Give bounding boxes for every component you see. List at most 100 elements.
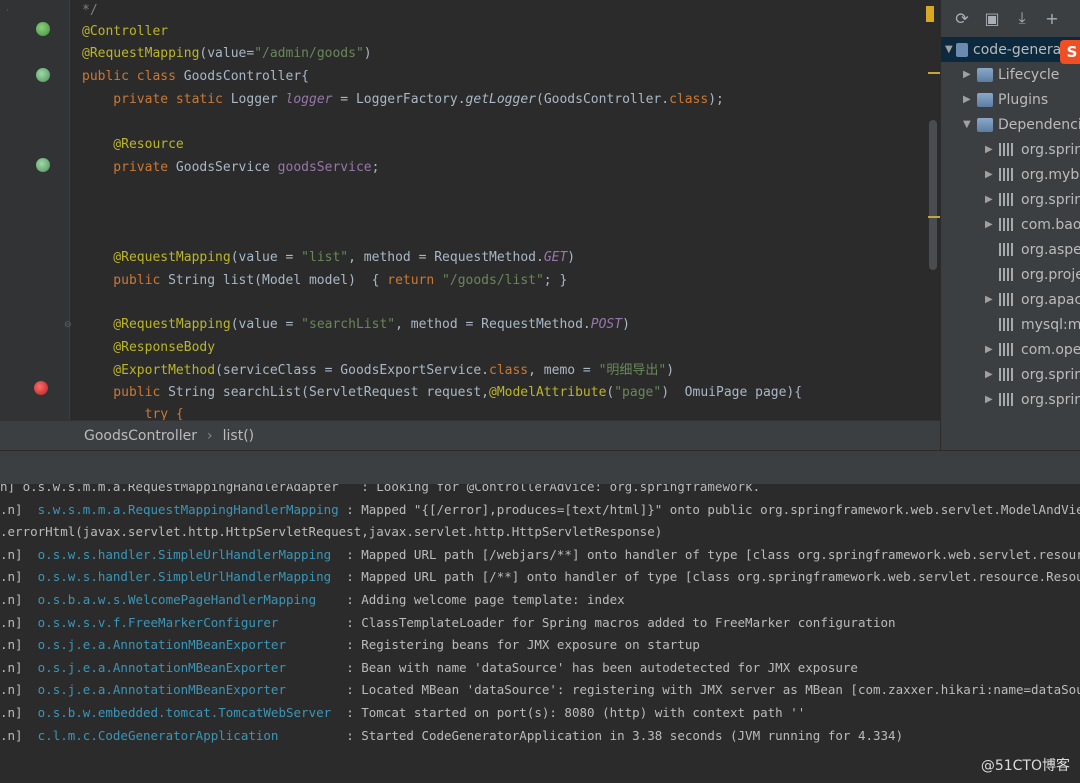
expand-arrow-icon[interactable]: ▶: [985, 169, 999, 180]
code-token: "/admin/goods": [254, 46, 364, 61]
run-console[interactable]: n] o.s.w.s.m.m.a.RequestMappingHandlerAd…: [0, 484, 1080, 783]
breakpoint-icon[interactable]: [34, 381, 48, 395]
tree-item[interactable]: ▶ Plugins: [963, 87, 1048, 112]
console-line: .n] o.s.b.a.w.s.WelcomePageHandlerMappin…: [0, 589, 625, 611]
log-logger[interactable]: o.s.w.s.handler.SimpleUrlHandlerMapping: [38, 569, 332, 584]
autowire-icon[interactable]: [36, 158, 50, 172]
download-icon[interactable]: ⤓: [1011, 7, 1033, 29]
tree-item-label: Plugins: [998, 91, 1049, 108]
tree-item-label: org.springframework: [1021, 391, 1080, 408]
tree-item[interactable]: org.projectlombok: [985, 262, 1080, 287]
code-token: class: [489, 363, 529, 378]
console-line: .n] s.w.s.m.m.a.RequestMappingHandlerMap…: [0, 499, 1080, 521]
tree-item[interactable]: ▶ org.mybatis: [985, 162, 1080, 187]
code-editor[interactable]: · ⊖ */ @Controller @RequestMapping(value="…: [0, 0, 940, 450]
code-line[interactable]: @RequestMapping(value = "searchList", me…: [82, 316, 630, 334]
sogou-input-icon[interactable]: S: [1060, 40, 1080, 64]
collapse-arrow-icon[interactable]: ▼: [945, 44, 956, 55]
code-line[interactable]: @RequestMapping(value = "list", method =…: [82, 249, 575, 267]
warning-marker[interactable]: [928, 216, 940, 218]
tree-item[interactable]: ▼ Dependencies: [963, 112, 1080, 137]
tree-item[interactable]: ▶ org.springframework: [985, 187, 1080, 212]
log-logger[interactable]: o.s.j.e.a.AnnotationMBeanExporter: [38, 660, 286, 675]
log-logger[interactable]: o.s.j.e.a.AnnotationMBeanExporter: [38, 637, 286, 652]
editor-gutter[interactable]: · ⊖: [0, 0, 72, 420]
library-icon: [999, 318, 1015, 331]
code-line[interactable]: public String searchList(ServletRequest …: [82, 384, 802, 402]
code-line[interactable]: public String list(Model model) { return…: [82, 272, 567, 290]
code-token: ): [666, 363, 675, 378]
code-token: (value =: [230, 317, 302, 332]
code-token: goodsService: [277, 160, 372, 175]
tree-item[interactable]: ▶ com.opencsv: [985, 337, 1080, 362]
reimport-icon[interactable]: ⟳: [951, 7, 973, 29]
code-token: GoodsController{: [183, 69, 309, 84]
tree-item[interactable]: ▶ org.springframework: [985, 387, 1080, 412]
code-area[interactable]: */ @Controller @RequestMapping(value="/adm…: [82, 0, 928, 422]
code-line[interactable]: @Resource: [82, 136, 183, 154]
inspection-status-icon[interactable]: [926, 6, 934, 22]
code-line[interactable]: @ResponseBody: [82, 339, 215, 357]
folder-icon: [977, 117, 993, 132]
expand-arrow-icon[interactable]: ▶: [963, 94, 977, 105]
code-token: (GoodsController.: [536, 92, 670, 107]
library-icon: [999, 168, 1015, 181]
tree-item[interactable]: ▶ org.springframework: [985, 137, 1080, 162]
expand-arrow-icon[interactable]: ▶: [985, 294, 999, 305]
tree-item[interactable]: ▶ org.springframework: [985, 362, 1080, 387]
expand-arrow-icon[interactable]: ▶: [963, 69, 977, 80]
expand-arrow-icon[interactable]: ▶: [985, 394, 999, 405]
log-prefix: .n]: [0, 682, 31, 698]
generate-sources-icon[interactable]: ▣: [981, 7, 1003, 29]
tree-item[interactable]: ▶ Lifecycle: [963, 62, 1059, 87]
code-line[interactable]: */: [82, 2, 98, 20]
spring-bean-icon[interactable]: [36, 22, 50, 36]
log-message: : Started CodeGeneratorApplication in 3.…: [278, 727, 904, 743]
expand-arrow-icon[interactable]: ▶: [985, 144, 999, 155]
log-logger[interactable]: o.s.b.a.w.s.WelcomePageHandlerMapping: [38, 592, 316, 607]
spring-bean-icon[interactable]: [36, 68, 50, 82]
log-logger[interactable]: s.w.s.m.m.a.RequestMappingHandlerMapping: [38, 502, 339, 517]
tree-item[interactable]: mysql:mysql: [985, 312, 1080, 337]
log-logger[interactable]: c.l.m.c.CodeGeneratorApplication: [38, 728, 279, 743]
tree-item[interactable]: org.aspectj: [985, 237, 1080, 262]
code-token: (value=: [199, 46, 255, 61]
code-line[interactable]: private GoodsService goodsService;: [82, 159, 379, 177]
log-logger[interactable]: o.s.b.w.embedded.tomcat.TomcatWebServer: [38, 705, 332, 720]
expand-arrow-icon[interactable]: ▶: [985, 219, 999, 230]
log-logger[interactable]: o.s.w.s.handler.SimpleUrlHandlerMapping: [38, 547, 332, 562]
expand-arrow-icon[interactable]: ▶: [985, 194, 999, 205]
tree-item[interactable]: ▶ com.baomidou: [985, 212, 1080, 237]
code-line[interactable]: @RequestMapping(value="/admin/goods"): [82, 45, 372, 63]
editor-scroll-thumb[interactable]: [929, 120, 937, 270]
log-logger[interactable]: o.s.j.e.a.AnnotationMBeanExporter: [38, 682, 286, 697]
add-icon[interactable]: +: [1041, 7, 1063, 29]
log-logger[interactable]: o.s.w.s.v.f.FreeMarkerConfigurer: [38, 615, 279, 630]
code-token: public: [82, 385, 169, 400]
fold-marker[interactable]: ⊖: [64, 320, 72, 330]
code-line[interactable]: private static Logger logger = LoggerFac…: [82, 91, 724, 109]
tree-item-label: com.baomidou: [1021, 216, 1080, 233]
log-message: : Tomcat started on port(s): 8080 (http)…: [331, 705, 806, 720]
code-token: @ModelAttribute: [489, 385, 607, 400]
log-message: : Mapped "{[/error],produces=[text/html]…: [338, 501, 1080, 517]
editor-scrollbar[interactable]: [926, 0, 940, 420]
log-prefix: .n]: [0, 614, 31, 630]
breadcrumb-method[interactable]: list(): [223, 428, 255, 444]
library-icon: [999, 393, 1015, 406]
tree-item-label: org.aspectj: [1021, 241, 1080, 258]
expand-arrow-icon[interactable]: ▶: [985, 369, 999, 380]
log-prefix: .n]: [0, 637, 31, 653]
tree-item[interactable]: ▶ org.apache: [985, 287, 1080, 312]
warning-marker[interactable]: [928, 72, 940, 74]
code-token: private static: [82, 92, 231, 107]
expand-arrow-icon[interactable]: ▶: [985, 344, 999, 355]
breadcrumb-class[interactable]: GoodsController: [84, 428, 197, 444]
code-line[interactable]: @Controller: [82, 23, 168, 41]
log-prefix: .n]: [0, 501, 31, 517]
code-token: String searchList(ServletRequest request…: [168, 385, 489, 400]
code-line[interactable]: @ExportMethod(serviceClass = GoodsExport…: [82, 362, 674, 380]
tree-item-label: mysql:mysql: [1021, 316, 1080, 333]
code-line[interactable]: public class GoodsController{: [82, 68, 309, 86]
collapse-arrow-icon[interactable]: ▼: [963, 119, 977, 130]
